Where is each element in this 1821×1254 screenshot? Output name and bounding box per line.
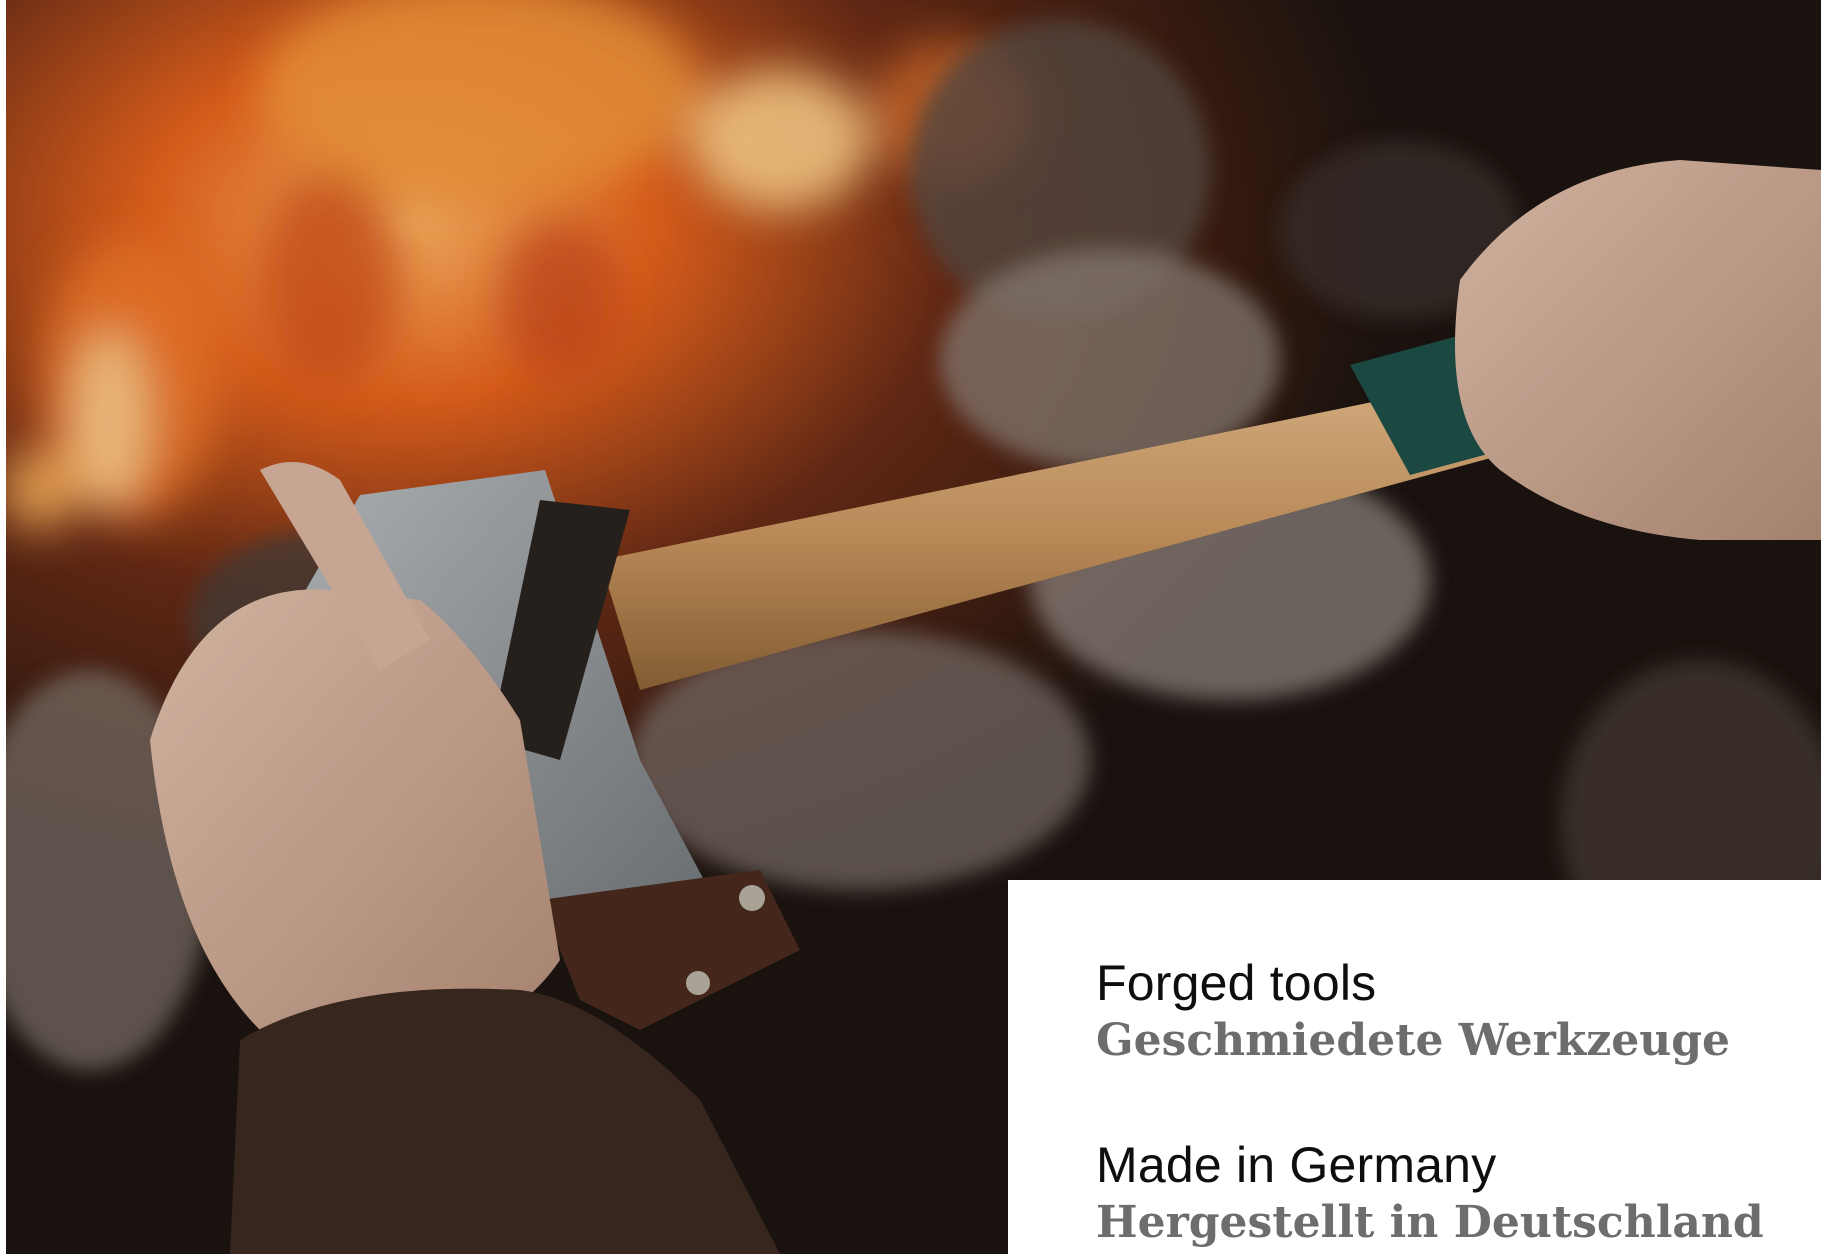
feature-title-en: Forged tools — [1096, 955, 1377, 1011]
feature-made-in-germany: Made in Germany Hergestellt in Deutschla… — [1096, 1136, 1821, 1252]
feature-title-de: Geschmiedete Werkzeuge — [1096, 1015, 1731, 1066]
feature-card: Forged tools Geschmiedete Werkzeuge Made… — [1008, 880, 1821, 1254]
feature-forged-tools: Forged tools Geschmiedete Werkzeuge — [1096, 954, 1821, 1070]
feature-title-de: Hergestellt in Deutschland — [1096, 1197, 1764, 1248]
hero-photo-section: Forged tools Geschmiedete Werkzeuge Made… — [0, 0, 1821, 1254]
feature-title-en: Made in Germany — [1096, 1137, 1497, 1193]
left-border-strip — [0, 0, 6, 1254]
